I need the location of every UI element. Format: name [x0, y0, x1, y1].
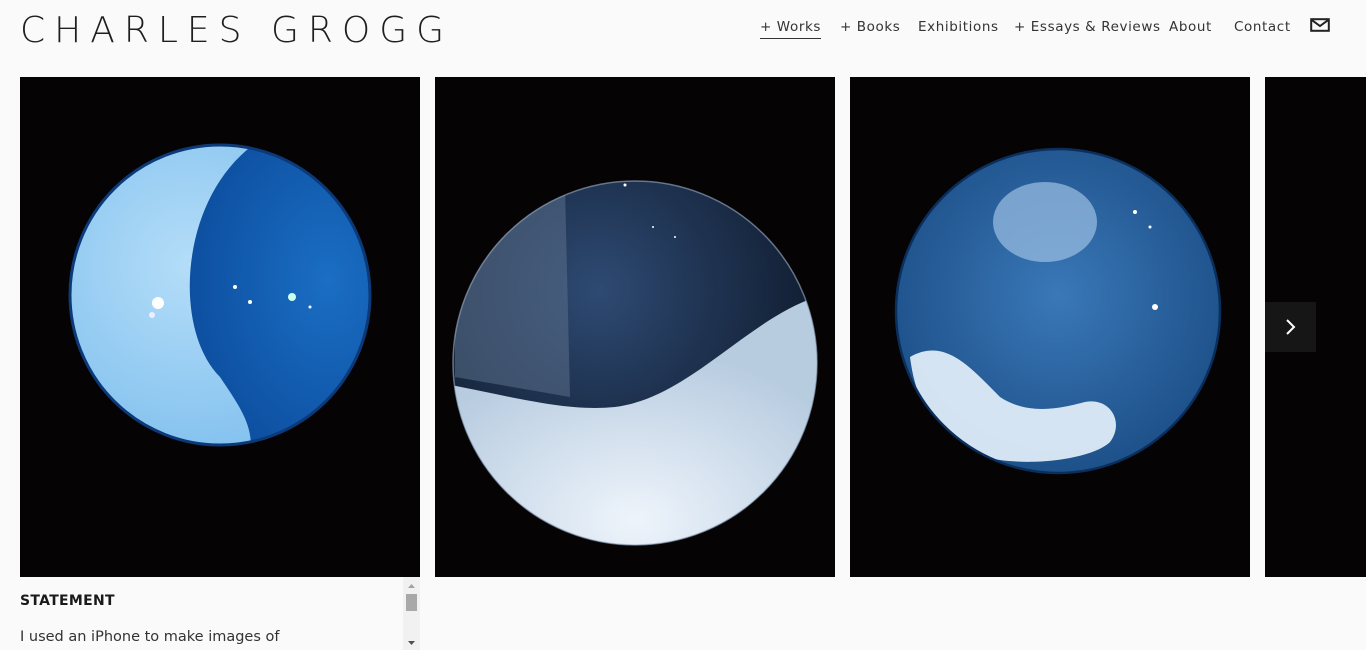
- sphere-photo-1: [68, 143, 372, 447]
- nav-exhibitions[interactable]: Exhibitions: [918, 18, 999, 36]
- sphere-photo-2: [452, 180, 818, 546]
- envelope-icon[interactable]: [1310, 17, 1330, 33]
- image-gallery: [20, 77, 1366, 577]
- gallery-slide-3[interactable]: [850, 77, 1250, 577]
- gallery-slide-2[interactable]: [435, 77, 835, 577]
- gallery-slide-1[interactable]: [20, 77, 420, 577]
- nav-works[interactable]: + Works: [760, 18, 822, 39]
- statement-text: I used an iPhone to make images of: [20, 629, 280, 645]
- nav-about[interactable]: About: [1169, 18, 1212, 36]
- scroll-up-icon[interactable]: [403, 579, 420, 593]
- statement-scrollbar[interactable]: [403, 577, 420, 650]
- chevron-right-icon: [1286, 319, 1296, 335]
- nav-contact[interactable]: Contact: [1234, 18, 1291, 36]
- scroll-thumb[interactable]: [406, 594, 417, 611]
- nav-essays-reviews[interactable]: + Essays & Reviews: [1014, 18, 1161, 36]
- site-title[interactable]: CHARLES GROGG: [20, 10, 453, 52]
- scroll-down-icon[interactable]: [403, 636, 420, 650]
- gallery-next-button[interactable]: [1265, 302, 1316, 352]
- sphere-photo-3: [894, 147, 1222, 475]
- statement-panel: STATEMENT I used an iPhone to make image…: [20, 577, 420, 650]
- statement-heading: STATEMENT: [20, 593, 115, 609]
- nav-books[interactable]: + Books: [840, 18, 900, 36]
